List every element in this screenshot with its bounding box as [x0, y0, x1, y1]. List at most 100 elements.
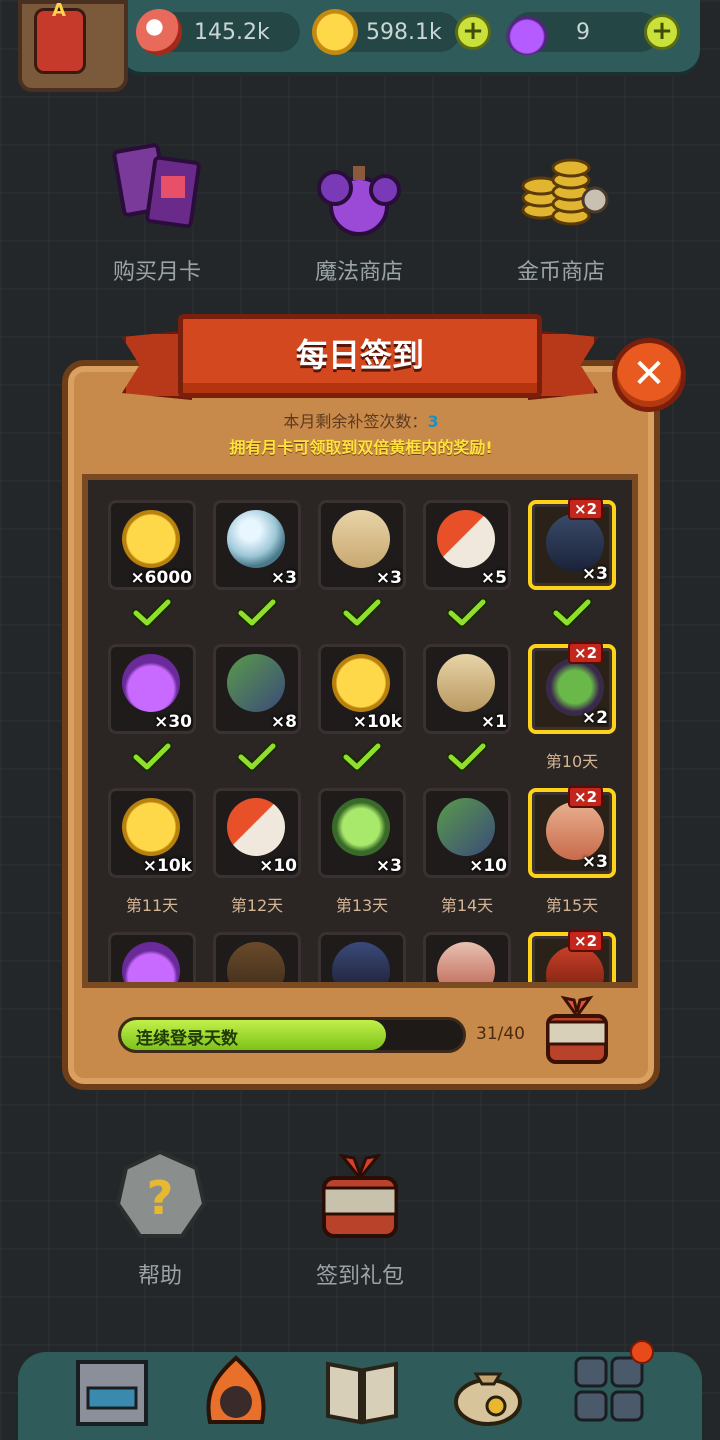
coin-resource: 598.1k: [312, 9, 460, 55]
reward-grid[interactable]: ×6000 ×3 ×3 ×5 ×2 ×3 ×30 ×8 ×10k ×1 ×2 ×2 第10天 ×10k 第1…: [82, 474, 638, 988]
magic-potion-shop-icon: [309, 140, 409, 240]
monthly-card-icon: [107, 140, 207, 240]
gift-pack-icon: [322, 1153, 398, 1238]
claimed-check-icon: [132, 742, 172, 772]
remain-count: 3: [427, 412, 439, 431]
claimed-check-icon: [132, 598, 172, 628]
claimed-check-icon: [237, 742, 277, 772]
reward-quantity: ×3: [581, 564, 608, 584]
reward-quantity: ×2: [581, 708, 608, 728]
reward-cell[interactable]: ×3: [213, 500, 301, 590]
reward-quantity: ×3: [375, 856, 402, 876]
eye-resource: 145.2k: [136, 9, 300, 55]
claimed-check-icon: [447, 598, 487, 628]
capsule-scroll-icon: [437, 510, 495, 568]
claimed-check-icon: [342, 598, 382, 628]
reward-cell[interactable]: ×3: [318, 788, 406, 878]
double-reward-badge: ×2: [568, 786, 604, 808]
money-bag-icon[interactable]: [448, 1352, 528, 1428]
help-entry[interactable]: ? 帮助: [112, 1148, 208, 1290]
claimed-check-icon: [447, 742, 487, 772]
reward-cell[interactable]: ×2: [528, 930, 616, 982]
reward-quantity: ×8: [270, 712, 297, 732]
reward-quantity: ×3: [270, 568, 297, 588]
add-coins-button[interactable]: +: [455, 14, 491, 50]
reward-quantity: ×5: [480, 568, 507, 588]
gold-coin-icon: [332, 654, 390, 712]
eyeball-icon: [136, 9, 182, 55]
reward-cell[interactable]: [423, 932, 511, 982]
day-label: 第13天: [335, 896, 389, 915]
fire-monster-icon[interactable]: [196, 1352, 276, 1428]
close-button[interactable]: ✕: [612, 338, 686, 412]
reward-quantity: ×6000: [130, 568, 192, 588]
reward-cell[interactable]: [108, 932, 196, 982]
gift-box-icon[interactable]: [542, 992, 612, 1066]
day-label: 第14天: [440, 896, 494, 915]
help-label: 帮助: [137, 1264, 182, 1289]
avatar-letter: A: [52, 0, 66, 21]
reward-cell[interactable]: ×5: [423, 500, 511, 590]
reward-quantity: ×1: [480, 712, 507, 732]
svg-text:?: ?: [147, 1171, 174, 1225]
reward-cell[interactable]: ×2 ×3: [528, 498, 616, 590]
reward-cell[interactable]: ×8: [213, 644, 301, 734]
potion-resource: 9: [504, 9, 660, 55]
progress-label: 连续登录天数: [136, 1029, 238, 1049]
monthly-card-shop[interactable]: 购买月卡: [82, 140, 232, 286]
claimed-check-icon: [237, 598, 277, 628]
gold-coin-icon: [122, 798, 180, 856]
reward-cell[interactable]: ×10k: [108, 788, 196, 878]
book-icon[interactable]: [322, 1352, 402, 1428]
coin-value: 598.1k: [366, 19, 442, 45]
treasure-map-icon: [332, 510, 390, 568]
reward-cell[interactable]: [213, 932, 301, 982]
shop-label: 购买月卡: [112, 260, 201, 285]
capsule-scroll-icon: [227, 798, 285, 856]
dialog-title: 每日签到: [295, 336, 424, 374]
reward-cell[interactable]: ×3: [318, 500, 406, 590]
help-question-icon: ?: [115, 1149, 207, 1238]
eye-value: 145.2k: [194, 19, 270, 45]
claimed-check-icon: [552, 598, 592, 628]
signin-pack-entry[interactable]: 签到礼包: [312, 1148, 408, 1290]
shop-building-icon[interactable]: [72, 1352, 152, 1428]
add-potions-button[interactable]: +: [644, 14, 680, 50]
reward-cell[interactable]: [318, 932, 406, 982]
potion-icon: [504, 9, 550, 55]
magic-shop[interactable]: 魔法商店: [284, 140, 434, 286]
reward-quantity: ×10k: [142, 856, 192, 876]
day-label: 第15天: [545, 896, 599, 915]
shop-label: 金币商店: [516, 260, 605, 285]
reward-cell[interactable]: ×10: [213, 788, 301, 878]
double-reward-badge: ×2: [568, 930, 604, 952]
reward-quantity: ×10: [259, 856, 297, 876]
reward-cell[interactable]: ×6000: [108, 500, 196, 590]
day-label: 第11天: [125, 896, 179, 915]
reward-cell[interactable]: ×10k: [318, 644, 406, 734]
equipment-card-icon: [227, 654, 285, 712]
reward-cell[interactable]: ×10: [423, 788, 511, 878]
reward-cell[interactable]: ×2 ×2: [528, 642, 616, 734]
red-chest-icon: [546, 946, 604, 982]
equipment-card-icon: [437, 798, 495, 856]
reward-quantity: ×30: [154, 712, 192, 732]
claimed-check-icon: [342, 742, 382, 772]
day-label: 第12天: [230, 896, 284, 915]
gold-shop[interactable]: 金币商店: [486, 140, 636, 286]
dark-card-icon: [332, 942, 390, 982]
shop-label: 魔法商店: [314, 260, 403, 285]
notification-badge: [630, 1340, 654, 1364]
monthly-card-note: 拥有月卡可领取到双倍黄框内的奖励!: [229, 438, 493, 457]
makeup-signin-count: 本月剩余补签次数：3: [62, 408, 660, 432]
progress-count: 31/40: [476, 1024, 525, 1044]
rune-scroll-icon: [437, 942, 495, 982]
purple-potion-icon: [122, 654, 180, 712]
crystal-orb-icon: [227, 510, 285, 568]
feather-bundle-icon: [227, 942, 285, 982]
reward-cell[interactable]: ×1: [423, 644, 511, 734]
reward-quantity: ×10: [469, 856, 507, 876]
purple-potion-icon: [122, 942, 180, 982]
reward-cell[interactable]: ×30: [108, 644, 196, 734]
reward-cell[interactable]: ×2 ×3: [528, 786, 616, 878]
